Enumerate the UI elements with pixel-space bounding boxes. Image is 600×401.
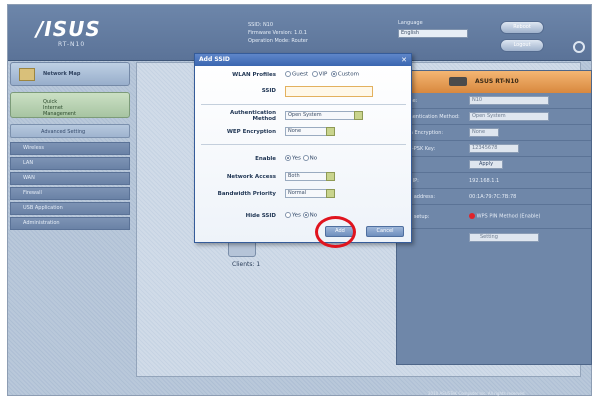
language-label: Language bbox=[398, 20, 423, 26]
wlan-profiles-label: WLAN Profiles bbox=[232, 72, 276, 78]
dialog-title-bar: Add SSID ✕ bbox=[195, 54, 411, 66]
router-panel-header: ASUS RT-N10 bbox=[397, 71, 591, 93]
wep-encryption-select[interactable]: None bbox=[285, 127, 335, 136]
status-row: WPA-PSK Key: 12345678 bbox=[397, 141, 591, 157]
router-status-panel: ASUS RT-N10 Name:N10 Authentication Meth… bbox=[396, 70, 592, 365]
chevron-down-icon bbox=[326, 189, 335, 198]
model-label: RT-N10 bbox=[58, 41, 86, 48]
status-row: Setting bbox=[397, 229, 591, 245]
logout-button[interactable]: Logout bbox=[500, 39, 544, 52]
sidebar-item-eza[interactable]: Quick Internet Management bbox=[10, 92, 130, 118]
clients-label: Clients: 1 bbox=[232, 261, 261, 268]
profile-guest-radio[interactable] bbox=[285, 71, 291, 77]
enable-radio-group: Yes No bbox=[285, 155, 317, 162]
chevron-down-icon bbox=[326, 172, 335, 181]
profile-vip-radio[interactable] bbox=[311, 71, 318, 77]
sidebar-item-usb-application[interactable]: USB Application bbox=[10, 202, 130, 215]
apply-button[interactable]: Apply bbox=[469, 160, 503, 169]
network-map-icon bbox=[19, 68, 35, 81]
divider bbox=[201, 144, 406, 145]
bandwidth-priority-select[interactable]: Normal bbox=[285, 189, 335, 198]
status-row: Apply bbox=[397, 157, 591, 173]
power-icon[interactable] bbox=[573, 41, 585, 53]
hide-ssid-radio-group: Yes No bbox=[285, 212, 317, 219]
add-ssid-dialog: Add SSID ✕ WLAN Profiles Guest VIP Custo… bbox=[194, 53, 412, 243]
sidebar-item-lan[interactable]: LAN bbox=[10, 157, 130, 170]
status-row: Data Encryption: None bbox=[397, 125, 591, 141]
reboot-button[interactable]: Reboot bbox=[500, 21, 544, 34]
sidebar: Network Map Quick Internet Management Ad… bbox=[10, 62, 130, 262]
router-panel-title: ASUS RT-N10 bbox=[475, 78, 519, 85]
status-row: WPS setup: WPS PIN Method (Enable) bbox=[397, 205, 591, 229]
ssid-input[interactable] bbox=[285, 86, 373, 97]
highlight-circle bbox=[315, 216, 356, 248]
data-encryption-select[interactable]: None bbox=[469, 128, 499, 137]
auth-method-select[interactable]: Open System bbox=[469, 112, 549, 121]
setting-select[interactable]: Setting bbox=[469, 232, 539, 242]
sidebar-item-administration[interactable]: Administration bbox=[10, 217, 130, 230]
status-row: Authentication Method: Open System bbox=[397, 109, 591, 125]
advanced-setting-header[interactable]: Advanced Setting bbox=[10, 124, 130, 138]
cancel-button[interactable]: Cancel bbox=[366, 226, 404, 237]
network-map-label: Network Map bbox=[43, 71, 81, 77]
network-access-select[interactable]: Both bbox=[285, 172, 335, 181]
sidebar-item-firewall[interactable]: Firewall bbox=[10, 187, 130, 200]
status-row: MAC address: 00:1A:79:7C:7B:78 bbox=[397, 189, 591, 205]
hide-ssid-no-radio[interactable] bbox=[302, 212, 309, 218]
network-access-label: Network Access bbox=[226, 174, 276, 180]
chevron-down-icon bbox=[354, 111, 363, 120]
status-row: LAN IP:192.168.1.1 bbox=[397, 173, 591, 189]
auth-method-select[interactable]: Open System bbox=[285, 111, 363, 120]
wpa-key-field[interactable]: 12345678 bbox=[469, 144, 519, 153]
auth-method-label: Authentication Method bbox=[229, 110, 276, 122]
sidebar-item-wan[interactable]: WAN bbox=[10, 172, 130, 185]
profile-custom-radio[interactable] bbox=[330, 71, 337, 77]
language-area: Language English bbox=[398, 19, 468, 38]
dialog-body: WLAN Profiles Guest VIP Custom SSID Auth… bbox=[195, 66, 411, 242]
language-select[interactable]: English bbox=[398, 29, 468, 38]
dialog-title: Add SSID bbox=[199, 56, 230, 63]
profile-radio-group: Guest VIP Custom bbox=[285, 71, 359, 78]
sidebar-item-wireless[interactable]: Wireless bbox=[10, 142, 130, 155]
hide-ssid-yes-radio[interactable] bbox=[285, 212, 291, 218]
asus-logo: /ISUS bbox=[36, 17, 101, 41]
eza-label: Quick Internet Management bbox=[43, 99, 76, 117]
enable-yes-radio[interactable] bbox=[285, 155, 291, 161]
operation-mode-info: Operation Mode: Router bbox=[248, 38, 308, 44]
enable-no-radio[interactable] bbox=[302, 155, 309, 161]
ssid-label: SSID bbox=[261, 88, 276, 94]
firmware-info: Firmware Version: 1.0.1 bbox=[248, 30, 307, 36]
status-row: Name:N10 bbox=[397, 93, 591, 109]
divider bbox=[201, 104, 406, 105]
hide-ssid-label: Hide SSID bbox=[245, 213, 276, 219]
ssid-info: SSID: N10 bbox=[248, 22, 274, 28]
router-icon bbox=[449, 77, 467, 86]
chevron-down-icon bbox=[326, 127, 335, 136]
sidebar-item-network-map[interactable]: Network Map bbox=[10, 62, 130, 86]
enable-label: Enable bbox=[255, 156, 276, 162]
bandwidth-priority-label: Bandwidth Priority bbox=[217, 191, 276, 197]
close-icon[interactable]: ✕ bbox=[401, 54, 407, 66]
copyright-footer: 2010 ASUSTeK Computer Inc. All rights re… bbox=[428, 391, 526, 396]
wireless-name-field[interactable]: N10 bbox=[469, 96, 549, 105]
wep-encryption-label: WEP Encryption bbox=[226, 129, 276, 135]
header-info: SSID: N10 Firmware Version: 1.0.1 Operat… bbox=[248, 21, 308, 45]
wps-status-icon bbox=[469, 212, 475, 219]
